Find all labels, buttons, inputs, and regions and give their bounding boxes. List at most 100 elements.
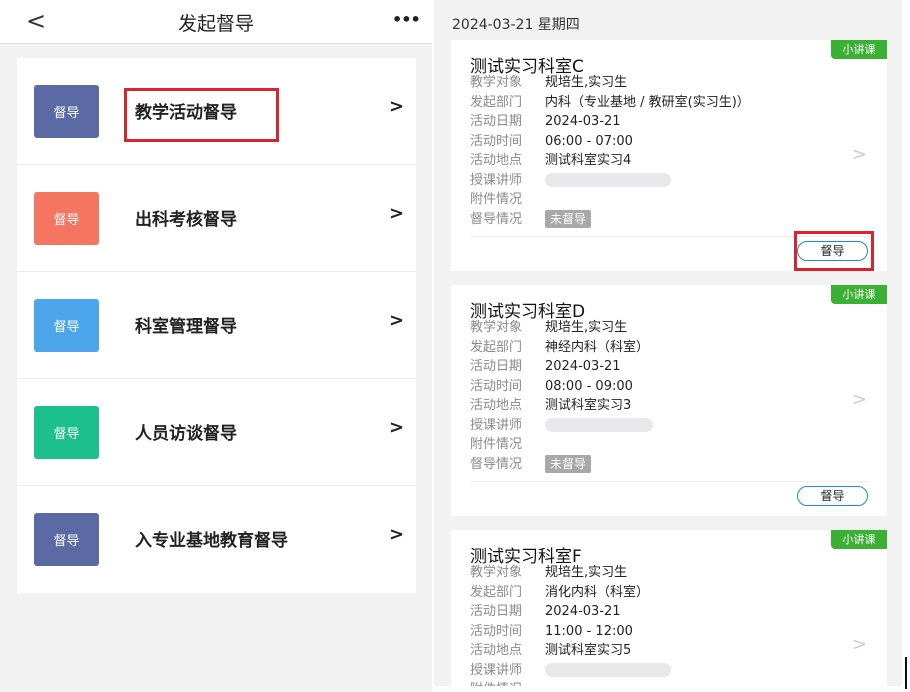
card-details: 教学对象 规培生,实习生 发起部门 内科（专业基地 / 教研室(实习生)） 活动日期… xyxy=(470,73,750,229)
detail-row: 督导情况 未督导 xyxy=(470,210,750,230)
detail-key: 附件情况 xyxy=(470,437,523,452)
detail-value: 测试科室实习3 xyxy=(545,398,632,413)
chevron-right-icon: > xyxy=(389,310,405,331)
supervision-menu: 督导 教学活动督导 > 督导 出科考核督导 > 督导 科室管理督导 > 督导 人… xyxy=(17,58,416,593)
redacted-lecturer xyxy=(545,418,653,432)
menu-item-label: 出科考核督导 xyxy=(135,210,237,230)
detail-row: 授课讲师 xyxy=(470,171,750,191)
detail-row: 活动地点 测试科室实习4 xyxy=(470,151,750,171)
menu-item-department-management[interactable]: 督导 科室管理督导 > xyxy=(17,272,416,379)
detail-key: 发起部门 xyxy=(470,339,523,355)
menu-item-rotation-exam[interactable]: 督导 出科考核督导 > xyxy=(17,165,416,272)
edge-marker xyxy=(905,657,907,689)
detail-key: 发起部门 xyxy=(470,94,523,110)
detail-row: 活动时间 06:00 - 07:00 xyxy=(470,132,750,152)
detail-row: 督导情况 未督导 xyxy=(470,455,653,475)
nav-bar: < 发起督导 ••• xyxy=(0,0,432,44)
supervision-badge-icon: 督导 xyxy=(34,299,99,352)
detail-value: 2024-03-21 xyxy=(545,114,621,129)
detail-value: 消化内科（科室） xyxy=(545,584,650,600)
detail-row: 活动日期 2024-03-21 xyxy=(470,602,671,622)
detail-value: 规培生,实习生 xyxy=(545,75,628,90)
supervision-badge-icon: 督导 xyxy=(34,85,99,138)
detail-value: 2024-03-21 xyxy=(545,604,621,619)
detail-key: 活动时间 xyxy=(470,623,523,639)
detail-key: 授课讲师 xyxy=(470,417,523,433)
detail-row: 活动地点 测试科室实习3 xyxy=(470,396,653,416)
detail-value: 测试科室实习4 xyxy=(545,153,632,168)
type-tag: 小讲课 xyxy=(831,285,887,304)
date-header: 2024-03-21 星期四 xyxy=(452,17,580,33)
type-tag: 小讲课 xyxy=(831,530,887,549)
redacted-lecturer xyxy=(545,173,671,187)
activity-card[interactable]: 小讲课 测试实习科室C 教学对象 规培生,实习生 发起部门 内科（专业基地 / 教研… xyxy=(451,40,887,271)
detail-key: 活动地点 xyxy=(470,153,523,168)
supervision-badge-icon: 督导 xyxy=(34,192,99,245)
detail-key: 督导情况 xyxy=(470,456,523,472)
highlight-box xyxy=(794,231,874,271)
launch-supervision-screen: < 发起督导 ••• 督导 教学活动督导 > 督导 出科考核督导 > 督导 科室… xyxy=(0,0,432,692)
activity-list-screen: 2024-03-21 星期四 小讲课 测试实习科室C 教学对象 规培生,实习生 发… xyxy=(434,0,902,686)
chevron-right-icon: > xyxy=(851,389,867,410)
status-badge: 未督导 xyxy=(545,210,592,228)
detail-row: 活动时间 08:00 - 09:00 xyxy=(470,377,653,397)
card-divider xyxy=(470,481,869,482)
detail-key: 活动时间 xyxy=(470,133,523,149)
detail-row: 教学对象 规培生,实习生 xyxy=(470,563,671,583)
menu-item-staff-interview[interactable]: 督导 人员访谈督导 > xyxy=(17,379,416,486)
menu-item-label: 人员访谈督导 xyxy=(135,424,237,444)
detail-key: 活动地点 xyxy=(470,398,523,413)
detail-key: 活动日期 xyxy=(470,114,523,129)
detail-key: 授课讲师 xyxy=(470,172,523,188)
highlight-box xyxy=(124,88,279,142)
detail-key: 督导情况 xyxy=(470,211,523,227)
chevron-right-icon: > xyxy=(389,203,405,224)
detail-row: 发起部门 神经内科（科室） xyxy=(470,338,653,358)
detail-value: 08:00 - 09:00 xyxy=(545,378,633,394)
activity-card[interactable]: 小讲课 测试实习科室D 教学对象 规培生,实习生 发起部门 神经内科（科室） 活动日… xyxy=(451,285,887,516)
detail-row: 活动日期 2024-03-21 xyxy=(470,112,750,132)
chevron-right-icon: > xyxy=(389,417,405,438)
detail-value: 11:00 - 12:00 xyxy=(545,623,633,639)
detail-row: 活动时间 11:00 - 12:00 xyxy=(470,622,671,642)
detail-row: 教学对象 规培生,实习生 xyxy=(470,318,653,338)
menu-item-label: 科室管理督导 xyxy=(135,317,237,337)
detail-value: 测试科室实习5 xyxy=(545,643,632,658)
chevron-right-icon: > xyxy=(851,634,867,655)
detail-key: 活动时间 xyxy=(470,378,523,394)
detail-row: 附件情况 xyxy=(470,680,671,686)
detail-value: 内科（专业基地 / 教研室(实习生)） xyxy=(545,94,750,110)
menu-item-label: 入专业基地教育督导 xyxy=(135,531,288,551)
detail-key: 授课讲师 xyxy=(470,662,523,678)
detail-key: 附件情况 xyxy=(470,192,523,207)
detail-value: 2024-03-21 xyxy=(545,359,621,374)
menu-item-teaching-activity[interactable]: 督导 教学活动督导 > xyxy=(17,58,416,165)
detail-row: 授课讲师 xyxy=(470,661,671,681)
detail-value: 规培生,实习生 xyxy=(545,320,628,335)
supervision-badge-icon: 督导 xyxy=(34,513,99,566)
chevron-right-icon: > xyxy=(851,144,867,165)
detail-key: 教学对象 xyxy=(470,320,523,335)
card-details: 教学对象 规培生,实习生 发起部门 神经内科（科室） 活动日期 2024-03-21 … xyxy=(470,318,653,474)
detail-key: 教学对象 xyxy=(470,565,523,580)
page-title: 发起督导 xyxy=(177,13,254,35)
supervise-button[interactable]: 督导 xyxy=(797,486,868,506)
chevron-right-icon: > xyxy=(389,96,405,117)
detail-row: 附件情况 xyxy=(470,435,653,455)
activity-card[interactable]: 小讲课 测试实习科室F 教学对象 规培生,实习生 发起部门 消化内科（科室） 活动日… xyxy=(451,530,887,686)
detail-row: 授课讲师 xyxy=(470,416,653,436)
more-options-icon[interactable]: ••• xyxy=(392,10,421,29)
detail-row: 发起部门 内科（专业基地 / 教研室(实习生)） xyxy=(470,93,750,113)
detail-key: 活动日期 xyxy=(470,359,523,374)
type-tag: 小讲课 xyxy=(831,40,887,59)
menu-item-base-entry-education[interactable]: 督导 入专业基地教育督导 > xyxy=(17,486,416,593)
detail-row: 发起部门 消化内科（科室） xyxy=(470,583,671,603)
detail-value: 06:00 - 07:00 xyxy=(545,133,633,149)
chevron-right-icon: > xyxy=(389,524,405,545)
card-details: 教学对象 规培生,实习生 发起部门 消化内科（科室） 活动日期 2024-03-21 … xyxy=(470,563,671,686)
detail-key: 活动地点 xyxy=(470,643,523,658)
detail-key: 活动日期 xyxy=(470,604,523,619)
detail-key: 附件情况 xyxy=(470,680,545,686)
detail-row: 活动日期 2024-03-21 xyxy=(470,357,653,377)
detail-row: 附件情况 xyxy=(470,190,750,210)
